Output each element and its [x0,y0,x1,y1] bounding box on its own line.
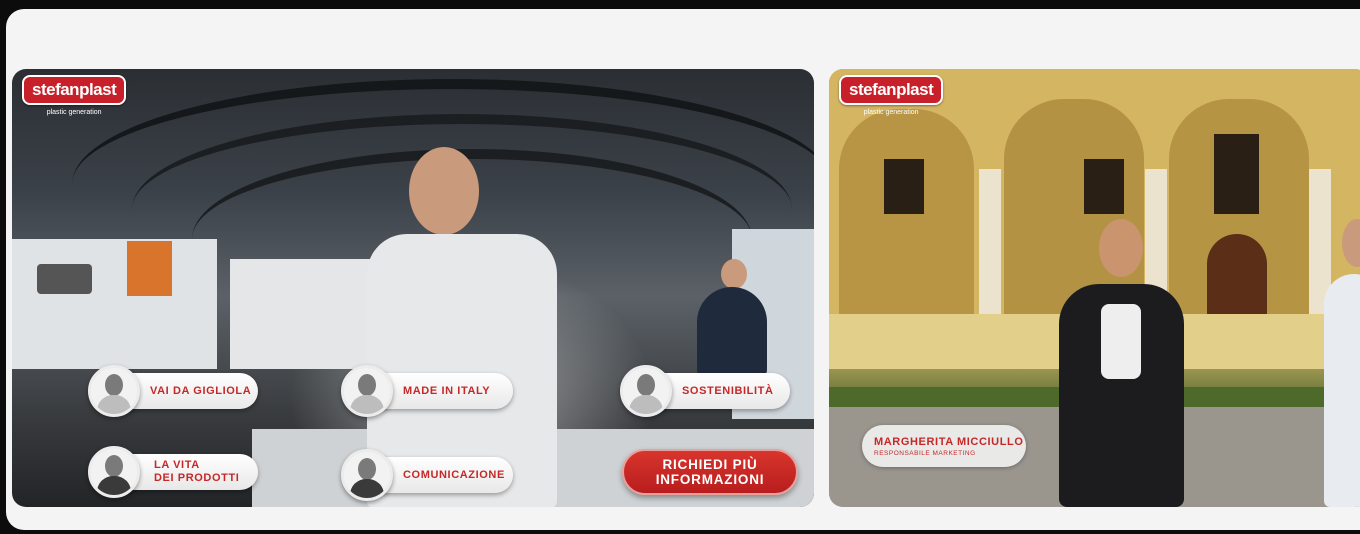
presenter [367,144,567,507]
window [1214,134,1259,214]
logo-tagline: plastic generation [46,109,102,116]
background-person [697,259,777,379]
request-info-button[interactable]: RICHIEDI PIÙ INFORMAZIONI [622,449,798,495]
product-box [37,264,92,294]
avatar-man-icon [341,365,393,417]
hotspot-label: MADE IN ITALY [403,384,491,397]
logo-badge: stefanplast [839,75,944,105]
hotspot-label: VAI DA GIGLIOLA [150,384,252,397]
avatar-woman-icon [88,365,140,417]
speaker-role: RESPONSABILE MARKETING [874,449,976,457]
presenter-man-partial [1324,219,1360,507]
speaker-name-tag: MARGHERITA MICCIULLO RESPONSABILE MARKET… [862,425,1026,467]
window [884,159,924,214]
shelf-center [230,259,380,369]
logo-badge: stefanplast [22,75,127,105]
avatar-woman-icon [341,449,393,501]
presenter-woman [1059,219,1184,507]
hotspot-label: SOSTENIBILITÀ [682,384,774,397]
shelf-left [12,239,217,369]
avatar-woman-icon [620,365,672,417]
logo-tagline: plastic generation [863,109,919,116]
hotspot-made-in-italy[interactable]: MADE IN ITALY [341,365,513,417]
window [1084,159,1124,214]
stefanplast-logo: stefanplast plastic generation [839,75,944,116]
hotspot-vai-da-gigliola[interactable]: VAI DA GIGLIOLA [88,365,258,417]
hotspot-la-vita-dei-prodotti[interactable]: LA VITA DEI PRODOTTI [88,446,258,498]
column [979,169,1001,314]
speaker-name: MARGHERITA MICCIULLO [874,435,1024,448]
hotspot-label: LA VITA DEI PRODOTTI [154,459,240,484]
hotspot-sostenibilita[interactable]: SOSTENIBILITÀ [620,365,790,417]
door [1207,234,1267,314]
stefanplast-logo: stefanplast plastic generation [22,75,127,116]
hotspot-comunicazione[interactable]: COMUNICAZIONE [341,449,513,501]
interactive-video-showroom[interactable]: stefanplast plastic generation [12,69,814,507]
product-box [127,241,172,296]
hotspot-label: COMUNICAZIONE [403,468,505,481]
avatar-man-icon [88,446,140,498]
